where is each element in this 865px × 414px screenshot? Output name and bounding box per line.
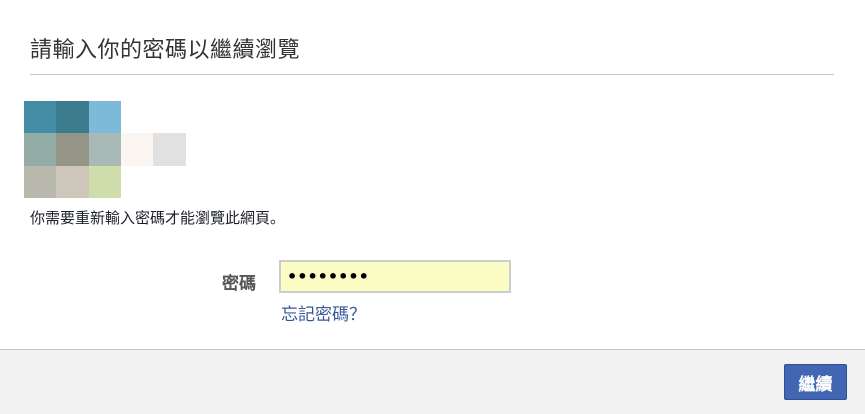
- continue-button[interactable]: 繼續: [784, 364, 847, 400]
- avatar-pixel: [24, 166, 56, 198]
- password-input[interactable]: [279, 260, 511, 293]
- avatar-pixel: [89, 101, 121, 133]
- avatar-pixel: [56, 101, 89, 133]
- dialog-header: 請輸入你的密碼以繼續瀏覽: [30, 28, 834, 75]
- forgot-password-link[interactable]: 忘記密碼？: [281, 300, 366, 325]
- password-label: 密碼: [222, 274, 256, 294]
- avatar-pixel: [89, 166, 121, 198]
- reauth-dialog: 請輸入你的密碼以繼續瀏覽 你需要重新輸入密碼才能瀏覽此網頁。 密碼 忘記密碼？ …: [0, 0, 865, 414]
- dialog-title: 請輸入你的密碼以繼續瀏覽: [30, 38, 301, 63]
- avatar-pixel: [153, 133, 186, 166]
- avatar-pixel: [56, 133, 89, 166]
- dialog-footer: 繼續: [0, 349, 865, 414]
- avatar-pixel: [24, 101, 56, 133]
- reauth-message: 你需要重新輸入密碼才能瀏覽此網頁。: [30, 209, 286, 227]
- avatar: [24, 101, 186, 198]
- avatar-pixel: [89, 133, 121, 166]
- avatar-pixel: [56, 166, 89, 198]
- avatar-pixel: [121, 133, 153, 166]
- avatar-pixel: [24, 133, 56, 166]
